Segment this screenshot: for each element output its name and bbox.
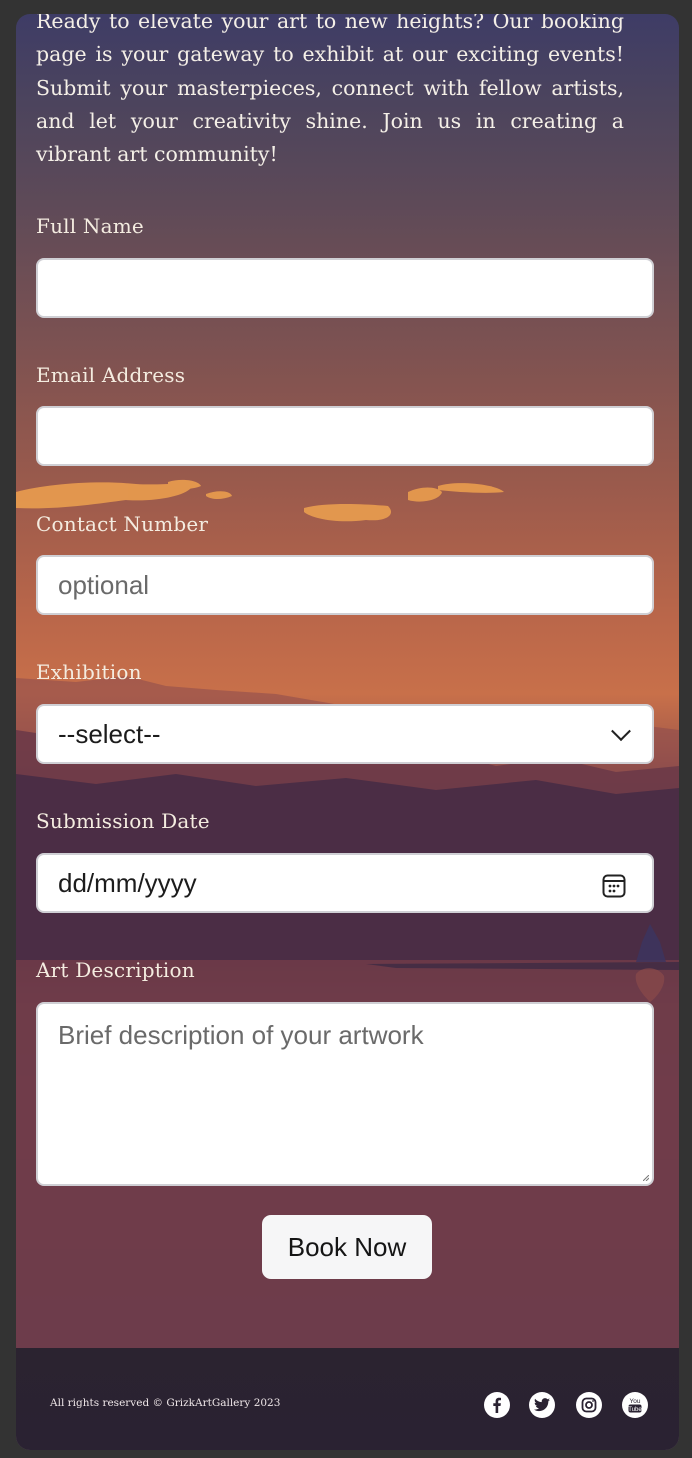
book-now-button[interactable]: Book Now <box>262 1215 432 1279</box>
footer: All rights reserved © GrizkArtGallery 20… <box>16 1348 679 1450</box>
copyright-text: All rights reserved © GrizkArtGallery 20… <box>50 1397 281 1409</box>
full-name-input[interactable] <box>36 258 654 318</box>
chevron-down-icon <box>611 721 631 742</box>
submission-date-input[interactable]: dd/mm/yyyy <box>36 853 654 913</box>
exhibition-selected-value: --select-- <box>58 718 161 749</box>
twitter-icon[interactable] <box>529 1392 555 1418</box>
instagram-icon[interactable] <box>576 1392 602 1418</box>
browser-frame: Ready to elevate your art to new heights… <box>0 0 692 1458</box>
exhibition-label: Exhibition <box>36 660 142 684</box>
art-description-label: Art Description <box>36 958 195 982</box>
youtube-icon[interactable]: You Tube <box>622 1392 648 1418</box>
email-input[interactable] <box>36 406 654 466</box>
intro-paragraph: Ready to elevate your art to new heights… <box>36 14 624 167</box>
calendar-icon[interactable] <box>602 872 626 898</box>
art-description-textarea[interactable]: Brief description of your artwork <box>36 1002 654 1186</box>
art-description-placeholder: Brief description of your artwork <box>58 1020 424 1050</box>
contact-number-placeholder: optional <box>58 569 150 600</box>
facebook-icon[interactable] <box>484 1392 510 1418</box>
contact-number-input[interactable]: optional <box>36 555 654 615</box>
full-name-label: Full Name <box>36 214 144 238</box>
resize-handle-icon[interactable] <box>643 1175 649 1181</box>
submission-date-label: Submission Date <box>36 809 210 833</box>
contact-number-label: Contact Number <box>36 512 209 536</box>
exhibition-select[interactable]: --select-- <box>36 704 654 764</box>
booking-card: Ready to elevate your art to new heights… <box>16 14 679 1450</box>
submission-date-value: dd/mm/yyyy <box>58 867 197 898</box>
svg-text:Tube: Tube <box>628 1407 642 1413</box>
svg-text:You: You <box>630 1398 641 1405</box>
email-label: Email Address <box>36 363 186 387</box>
